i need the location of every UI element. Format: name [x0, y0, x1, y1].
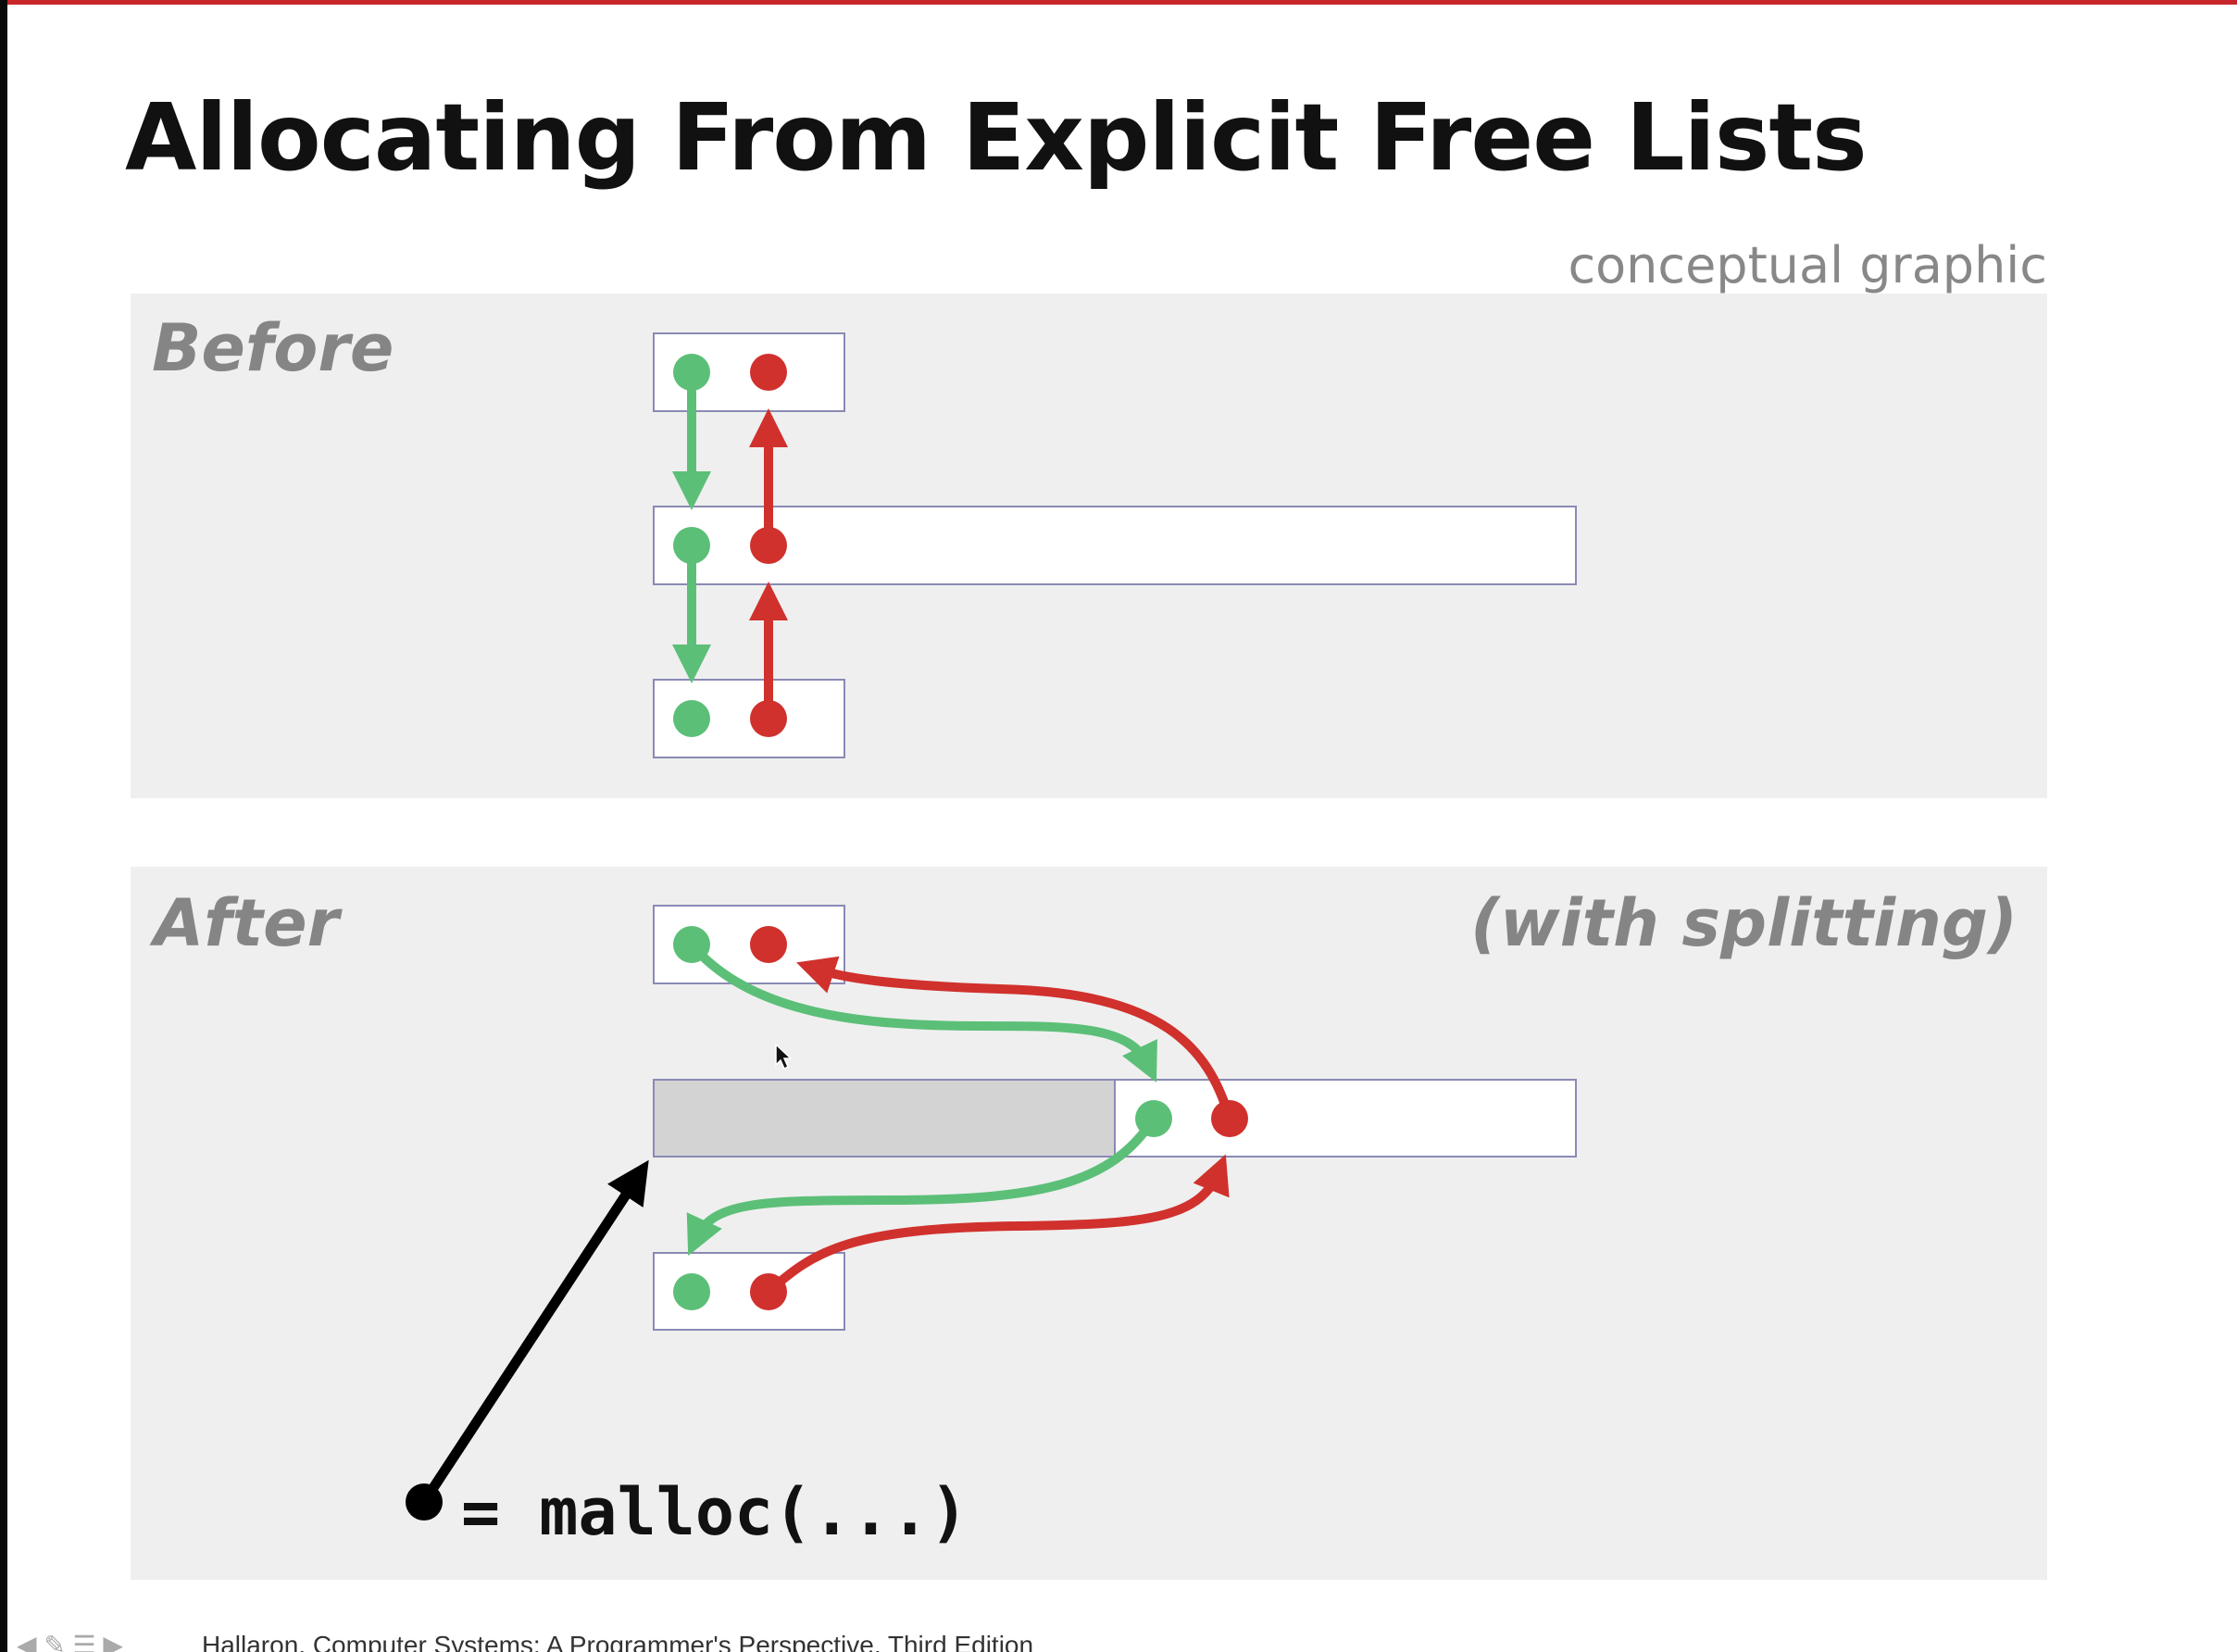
before-middle-next-pointer: [673, 527, 710, 564]
after-allocated-block: [653, 1079, 1116, 1158]
before-bottom-next-pointer: [673, 700, 710, 737]
malloc-call-text: = malloc(...): [461, 1474, 969, 1550]
after-bottom-next-pointer: [673, 1273, 710, 1310]
after-split-next-pointer: [1135, 1100, 1172, 1137]
before-top-next-pointer: [673, 354, 710, 391]
slideshow-nav-icons[interactable]: ◀ ✎ ☰ ▶: [17, 1630, 202, 1652]
after-split-prev-pointer: [1211, 1100, 1248, 1137]
footer-citation: Hallaron, Computer Systems: A Programmer…: [202, 1631, 1034, 1652]
mouse-cursor-icon: [775, 1043, 793, 1070]
malloc-result-arrow: [419, 1159, 649, 1506]
malloc-result-pointer-dot: [406, 1483, 443, 1521]
before-top-prev-pointer: [750, 354, 787, 391]
before-bottom-prev-pointer: [750, 700, 787, 737]
after-top-prev-pointer: [750, 926, 787, 963]
after-top-next-pointer: [673, 926, 710, 963]
before-middle-free-block: [653, 506, 1577, 585]
slide-footer: ◀ ✎ ☰ ▶ Hallaron, Computer Systems: A Pro…: [17, 1630, 1313, 1652]
after-split-free-block: [1114, 1079, 1577, 1158]
before-middle-prev-pointer: [750, 527, 787, 564]
after-bottom-prev-pointer: [750, 1273, 787, 1310]
free-list-diagram: [406, 332, 1577, 1521]
